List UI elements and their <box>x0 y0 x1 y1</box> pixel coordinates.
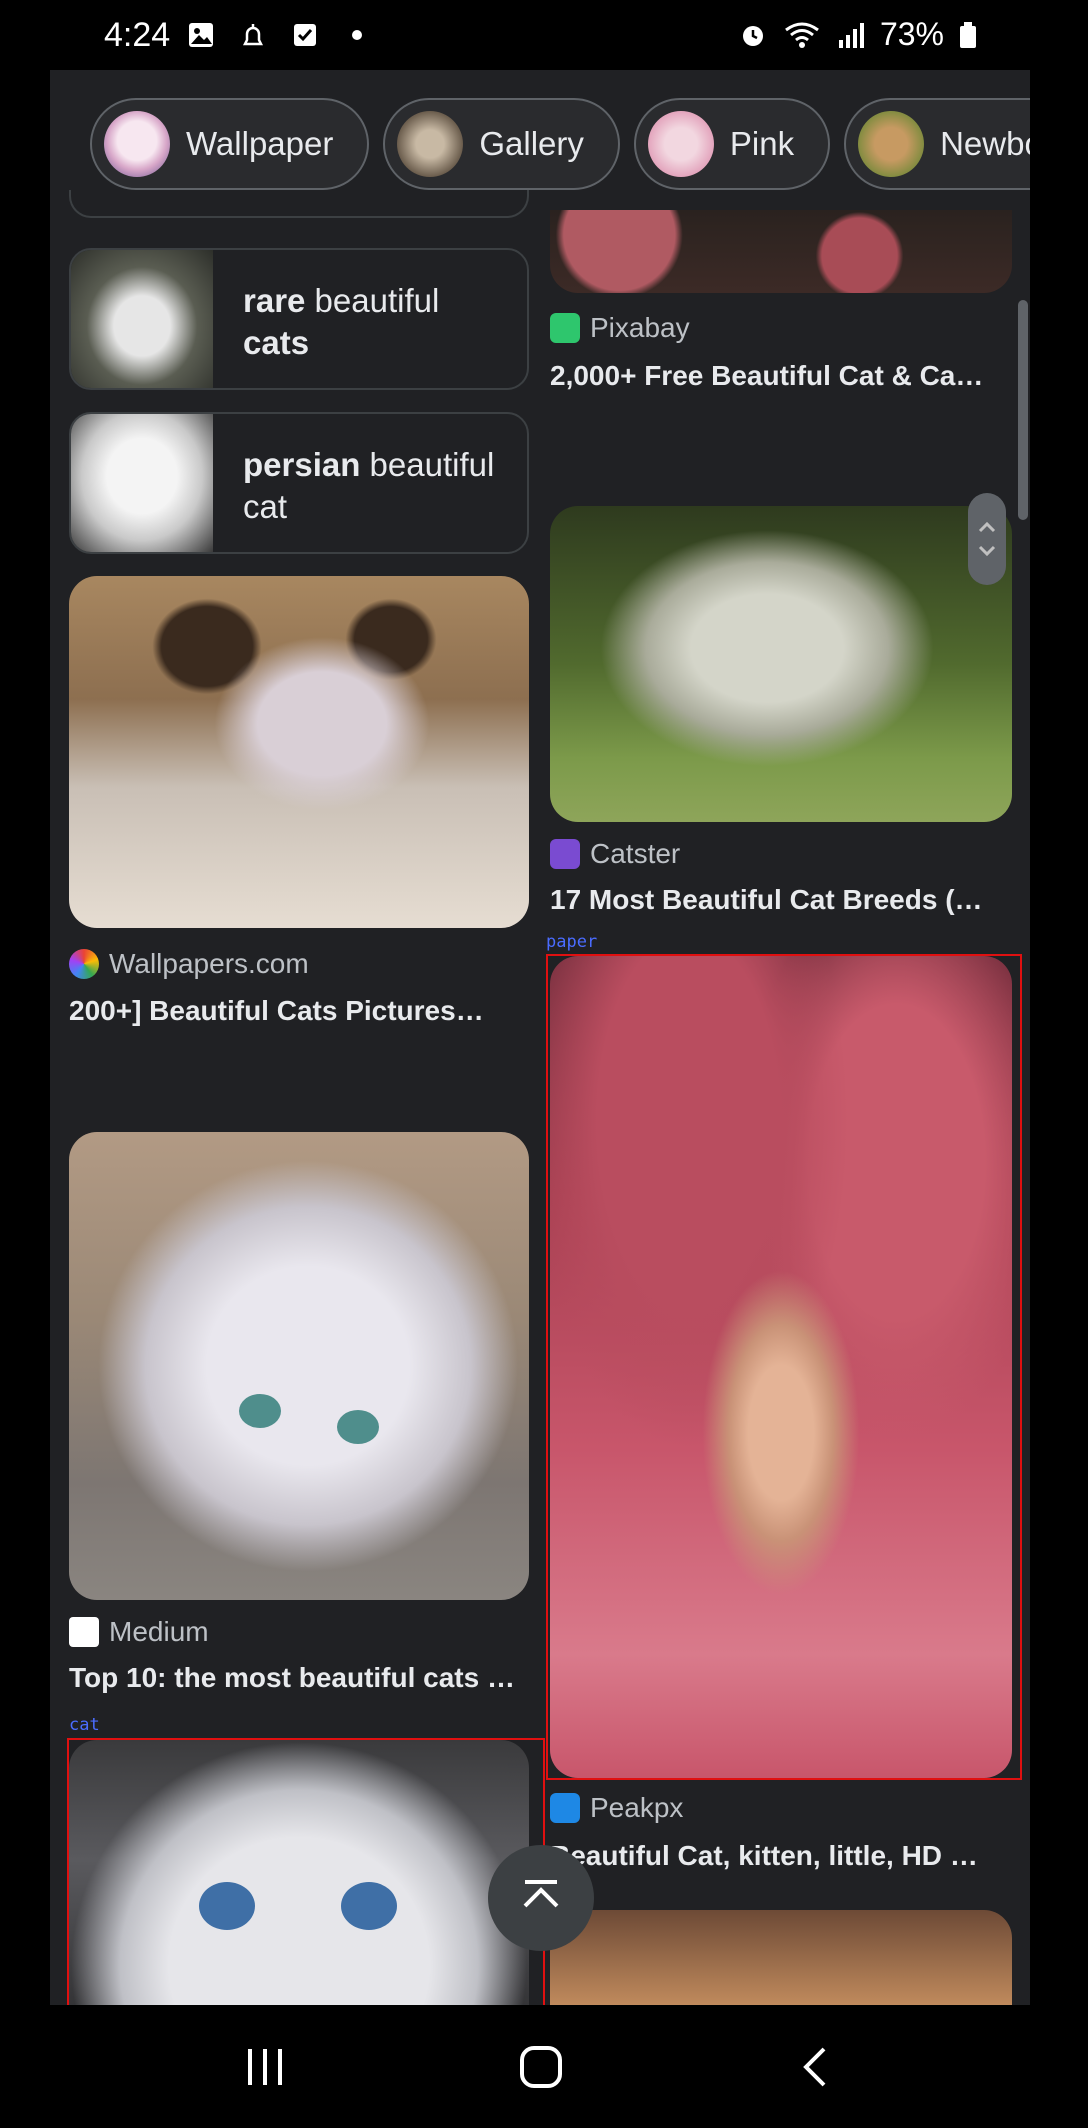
result-title[interactable]: 200+] Beautiful Cats Pictures | Download… <box>69 995 489 1027</box>
scroll-to-top-button[interactable] <box>488 1845 594 1951</box>
cat-eye-left <box>239 1394 281 1428</box>
status-notification-icons <box>186 20 372 50</box>
alarm-clock-icon <box>742 25 763 46</box>
related-search-persian-beautiful-cat[interactable]: persian beautiful cat <box>69 412 529 554</box>
cat-eye-right <box>337 1410 379 1444</box>
related-search-rare-beautiful-cats[interactable]: rare beautiful cats <box>69 248 529 390</box>
chevron-up-down-icon <box>978 521 996 557</box>
peakpx-favicon-icon <box>550 1793 580 1823</box>
result-source: Catster <box>550 838 680 870</box>
recent-apps-icon[interactable] <box>242 2045 288 2089</box>
chip-label: Gallery <box>479 125 584 162</box>
chip-gallery[interactable]: Gallery <box>383 98 620 190</box>
chip-thumbnail <box>647 111 714 177</box>
chip-label: Pink <box>729 125 795 162</box>
checkbox-icon <box>294 24 316 46</box>
result-source: Peakpx <box>550 1792 683 1824</box>
related-search-thumbnail <box>71 250 213 388</box>
result-image-ginger-kitten[interactable] <box>550 1910 1012 2005</box>
status-bar: 4:24 73% <box>0 0 1088 70</box>
status-time: 4:24 <box>104 16 171 54</box>
home-icon[interactable] <box>516 2045 566 2089</box>
annotation-label-cat: cat <box>69 1715 100 1735</box>
wallpapers-favicon-icon <box>69 949 99 979</box>
gallery-icon <box>189 23 213 47</box>
result-image-pink-balls-top[interactable] <box>550 210 1012 293</box>
signal-icon <box>838 22 864 48</box>
image-results-page: Wallpaper Gallery Pink Newborn rare beau… <box>50 70 1030 2005</box>
fast-scroll-handle[interactable] <box>968 493 1006 585</box>
back-icon[interactable] <box>796 2045 836 2089</box>
chip-label: Wallpaper <box>186 125 334 162</box>
result-image-grey-cat-grass[interactable] <box>550 506 1012 822</box>
chip-thumbnail <box>397 111 464 177</box>
chip-newborn[interactable]: Newborn <box>844 98 1030 190</box>
battery-percent: 73% <box>879 16 944 52</box>
chip-thumbnail <box>104 111 170 177</box>
arrow-up-icon <box>523 1880 559 1908</box>
status-system-icons: 73% <box>738 16 978 53</box>
catster-favicon-icon <box>550 839 580 869</box>
related-search-thumbnail <box>71 414 213 552</box>
dot-icon <box>352 30 362 40</box>
result-source: Medium <box>69 1616 209 1648</box>
related-search-text: persian beautiful cat <box>243 446 495 525</box>
result-title[interactable]: 17 Most Beautiful Cat Breeds (With Pictu… <box>550 884 1000 916</box>
result-image-kitten-leopard[interactable] <box>69 576 529 928</box>
chip-thumbnail <box>858 111 925 177</box>
alarm-bell-icon <box>242 24 264 46</box>
annotation-box-paper <box>546 954 1022 1780</box>
chip-pink[interactable]: Pink <box>633 98 831 190</box>
annotation-label-paper: paper <box>546 932 598 952</box>
result-source: Wallpapers.com <box>69 948 309 980</box>
medium-favicon-icon <box>69 1617 99 1647</box>
chip-label: Newborn <box>940 125 1030 162</box>
annotation-box-cat <box>67 1738 545 2005</box>
system-navigation-bar <box>0 2005 1088 2128</box>
result-title[interactable]: Top 10: the most beautiful cats of the w… <box>69 1662 519 1694</box>
result-source: Pixabay <box>550 312 690 344</box>
related-search-text: rare beautiful cats <box>243 282 440 361</box>
result-image-white-persian[interactable] <box>69 1132 529 1600</box>
result-title[interactable]: Beautiful Cat, kitten, little, HD wallpa… <box>550 1840 990 1872</box>
wifi-icon <box>785 22 819 48</box>
result-title[interactable]: 2,000+ Free Beautiful Cat & Cat Images -… <box>550 360 990 392</box>
related-search-card[interactable] <box>69 190 529 218</box>
chip-wallpaper[interactable]: Wallpaper <box>90 98 370 190</box>
battery-icon <box>960 21 976 48</box>
page-scrollbar[interactable] <box>1018 300 1028 520</box>
pixabay-favicon-icon <box>550 313 580 343</box>
